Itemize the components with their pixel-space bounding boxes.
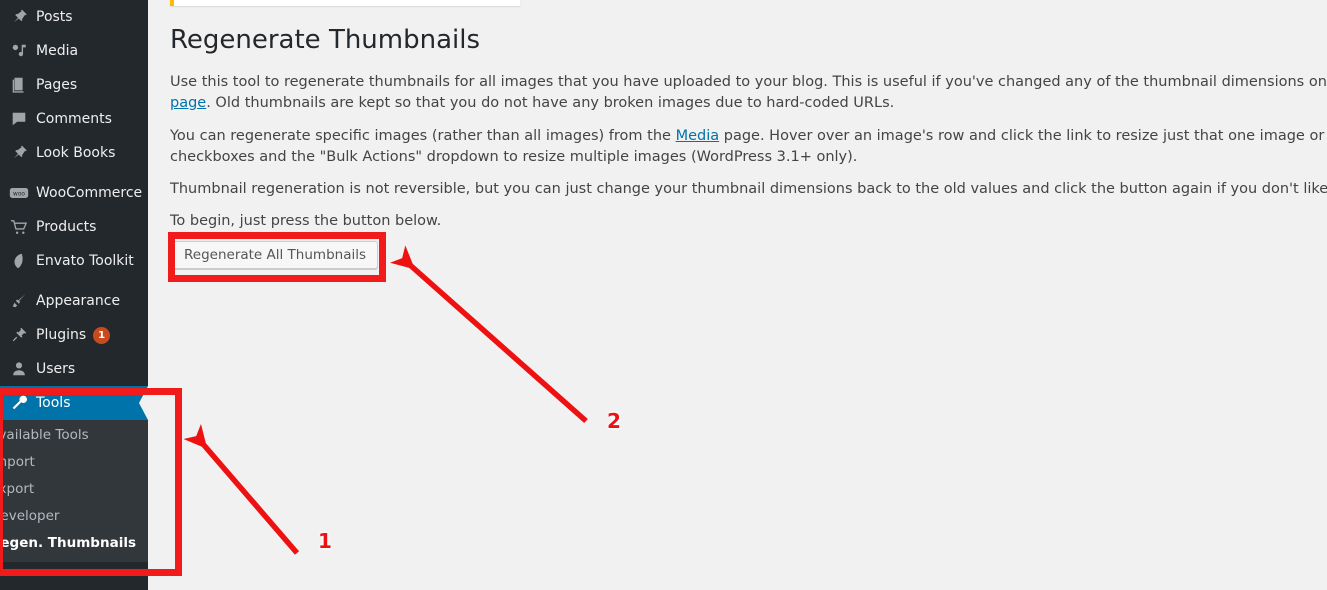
sidebar-item-media[interactable]: Media	[0, 34, 148, 68]
annotation-marker-2: 2	[607, 409, 621, 433]
admin-sidebar: Posts Media Pages Comments Look Books wo…	[0, 0, 148, 590]
user-icon	[2, 360, 36, 378]
submenu-item-import[interactable]: Import	[0, 448, 148, 475]
plug-icon	[2, 326, 36, 344]
paintbrush-icon	[2, 292, 36, 310]
sidebar-item-comments[interactable]: Comments	[0, 102, 148, 136]
tools-icon	[2, 394, 36, 412]
sidebar-item-products[interactable]: Products	[0, 210, 148, 244]
begin-paragraph: To begin, just press the button below.	[170, 213, 442, 229]
tools-submenu: Available Tools Import Export Developer …	[0, 420, 148, 562]
admin-notice	[170, 0, 520, 6]
sidebar-item-label: Users	[36, 361, 76, 377]
sidebar-item-label: Plugins	[36, 327, 87, 343]
sidebar-item-woocommerce[interactable]: woo WooCommerce	[0, 176, 148, 210]
submenu-item-label: Import	[0, 453, 35, 470]
sidebar-item-pages[interactable]: Pages	[0, 68, 148, 102]
sidebar-item-label: WooCommerce	[36, 185, 143, 201]
pushpin-icon	[2, 8, 36, 26]
submenu-item-export[interactable]: Export	[0, 475, 148, 502]
sidebar-item-label: Posts	[36, 9, 73, 25]
sidebar-item-label: Appearance	[36, 293, 121, 309]
submenu-item-regen-thumbnails[interactable]: Regen. Thumbnails	[0, 529, 148, 556]
paragraph-text: Use this tool to regenerate thumbnails f…	[170, 74, 1327, 90]
woo-icon: woo	[2, 186, 36, 200]
sidebar-item-label: Products	[36, 219, 97, 235]
current-menu-pointer	[139, 386, 148, 420]
submenu-item-developer[interactable]: Developer	[0, 502, 148, 529]
sidebar-item-users[interactable]: Users	[0, 352, 148, 386]
media-link[interactable]: Media	[676, 128, 720, 144]
media-icon	[2, 42, 36, 60]
paragraph-text: . Old thumbnails are kept so that you do…	[206, 95, 895, 111]
submenu-item-available-tools[interactable]: Available Tools	[0, 421, 148, 448]
submenu-item-label: Export	[0, 480, 35, 497]
sidebar-item-plugins[interactable]: Plugins 1	[0, 318, 148, 352]
sidebar-item-label: Pages	[36, 77, 78, 93]
comment-icon	[2, 110, 36, 128]
sidebar-item-label: Media	[36, 43, 79, 59]
cart-icon	[2, 218, 36, 237]
screen: Posts Media Pages Comments Look Books wo…	[0, 0, 1327, 590]
reversibility-paragraph: Thumbnail regeneration is not reversible…	[170, 181, 1327, 197]
pages-icon	[2, 76, 36, 94]
page-title: Regenerate Thumbnails	[170, 25, 481, 55]
submenu-item-label: Regen. Thumbnails	[0, 534, 136, 551]
sidebar-item-label: Look Books	[36, 145, 116, 161]
sidebar-item-label: Tools	[36, 395, 71, 411]
submenu-item-label: Developer	[0, 507, 60, 524]
sidebar-item-posts[interactable]: Posts	[0, 0, 148, 34]
envato-leaf-icon	[2, 252, 36, 270]
sidebar-item-appearance[interactable]: Appearance	[0, 284, 148, 318]
sidebar-item-tools[interactable]: Tools	[0, 386, 148, 420]
svg-text:woo: woo	[13, 192, 25, 198]
main-content: Regenerate Thumbnails Use this tool to r…	[148, 0, 1327, 590]
sidebar-item-envato-toolkit[interactable]: Envato Toolkit	[0, 244, 148, 278]
sidebar-item-label: Envato Toolkit	[36, 253, 134, 269]
paragraph-text: You can regenerate specific images (rath…	[170, 128, 676, 144]
annotation-marker-1: 1	[318, 529, 332, 553]
plugins-update-badge: 1	[93, 326, 111, 344]
regenerate-all-thumbnails-button[interactable]: Regenerate All Thumbnails	[172, 241, 378, 269]
specific-images-paragraph: You can regenerate specific images (rath…	[170, 126, 1327, 168]
pushpin-icon	[2, 144, 36, 162]
intro-paragraph: Use this tool to regenerate thumbnails f…	[170, 72, 1327, 114]
sidebar-item-label: Comments	[36, 111, 112, 127]
submenu-item-label: Available Tools	[0, 426, 89, 443]
sidebar-item-look-books[interactable]: Look Books	[0, 136, 148, 170]
